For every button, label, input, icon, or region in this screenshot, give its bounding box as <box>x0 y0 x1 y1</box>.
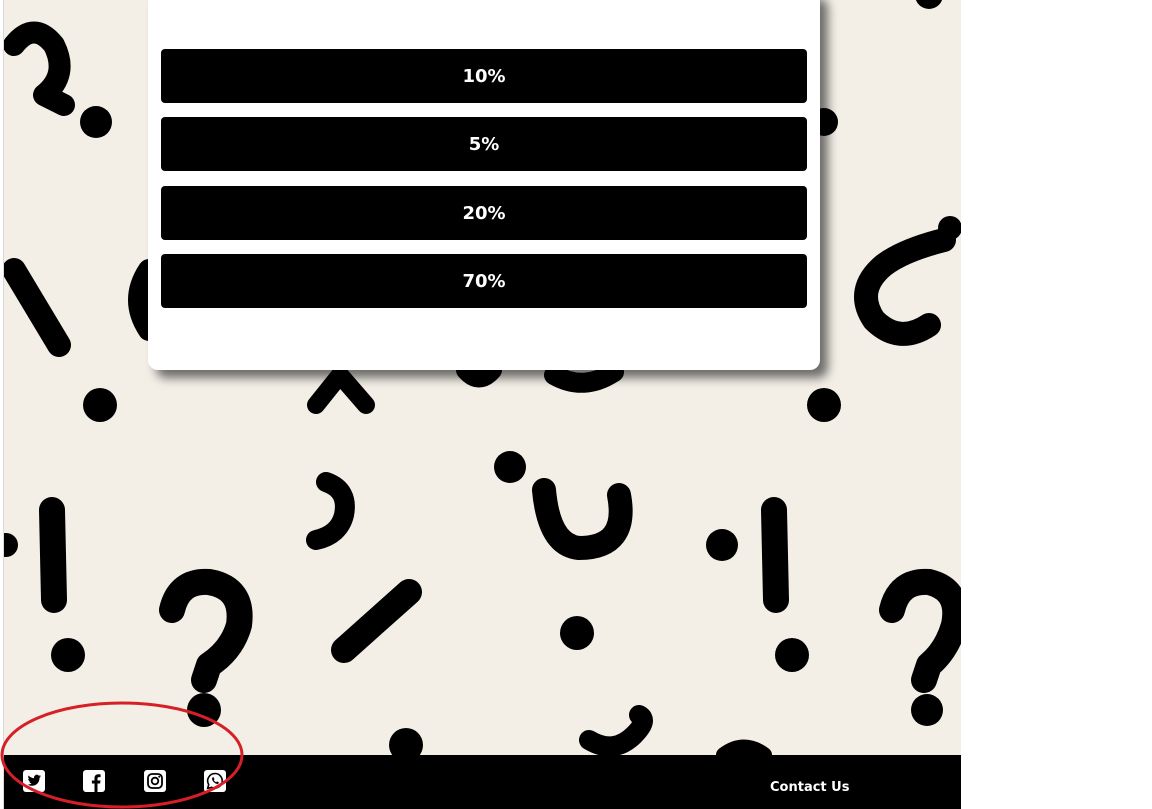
facebook-icon[interactable] <box>82 769 106 793</box>
twitter-icon[interactable] <box>22 769 46 793</box>
instagram-icon[interactable] <box>143 769 167 793</box>
whatsapp-icon[interactable] <box>203 769 227 793</box>
quiz-answer-card: 10% 5% 20% 70% <box>148 0 820 370</box>
site-footer: Contact Us <box>4 755 961 809</box>
answer-option-5-percent[interactable]: 5% <box>161 117 807 171</box>
contact-us-link[interactable]: Contact Us <box>770 780 849 795</box>
answer-option-10-percent[interactable]: 10% <box>161 49 807 103</box>
answer-option-70-percent[interactable]: 70% <box>161 254 807 308</box>
page-background: 10% 5% 20% 70% Contact Us <box>4 0 961 809</box>
answer-option-20-percent[interactable]: 20% <box>161 186 807 240</box>
